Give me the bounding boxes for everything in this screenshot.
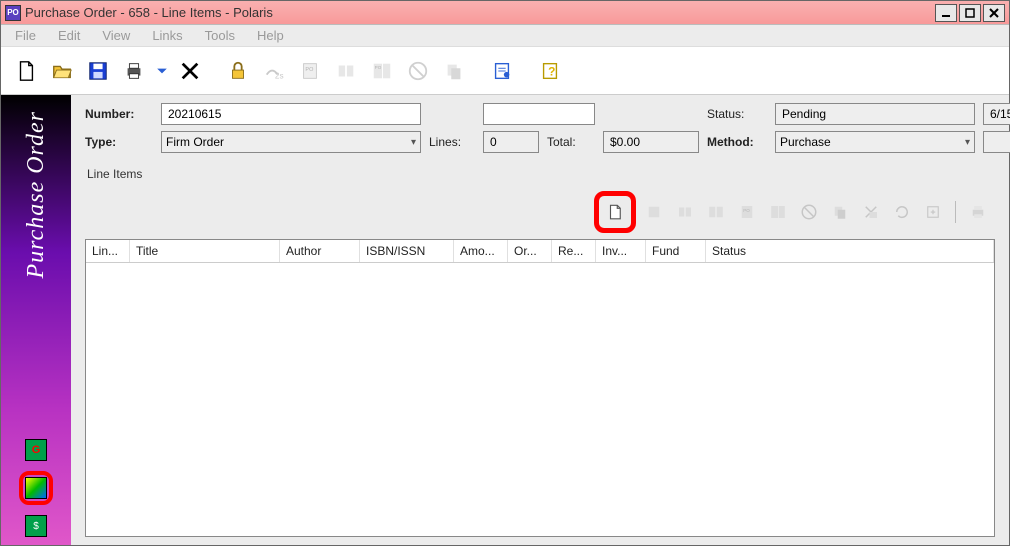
- content-pane: Number: Status: Type: Firm Order ▾ Lines:…: [71, 95, 1009, 545]
- line-items-label: Line Items: [87, 167, 995, 181]
- col-status[interactable]: Status: [706, 240, 994, 262]
- sidebar-nav: G $: [19, 439, 53, 537]
- menu-tools[interactable]: Tools: [195, 26, 245, 45]
- sidebar-highlight: [19, 471, 53, 505]
- col-invoiced[interactable]: Inv...: [596, 240, 646, 262]
- lines-field: [483, 131, 539, 153]
- release-icon: 2s: [259, 55, 289, 87]
- sidebar-view-charges-icon[interactable]: $: [25, 515, 47, 537]
- svg-text:PO: PO: [743, 208, 750, 213]
- delete-icon[interactable]: [175, 55, 205, 87]
- edit-line-icon: [641, 199, 667, 225]
- chevron-down-icon: ▾: [411, 137, 416, 148]
- number-suffix-input[interactable]: [483, 103, 595, 125]
- form-header: Number: Status: Type: Firm Order ▾ Lines:…: [85, 103, 995, 153]
- maximize-button[interactable]: [959, 4, 981, 22]
- cancel-po-icon: [403, 55, 433, 87]
- window-controls: [935, 4, 1005, 22]
- line-refresh-icon: [889, 199, 915, 225]
- titlebar: PO Purchase Order - 658 - Line Items - P…: [1, 1, 1009, 25]
- sidebar-title: Purchase Order: [23, 111, 50, 279]
- col-title[interactable]: Title: [130, 240, 280, 262]
- total-label: Total:: [547, 135, 595, 149]
- table-header-row: Lin... Title Author ISBN/ISSN Amo... Or.…: [86, 240, 994, 263]
- line-cancel-icon: [796, 199, 822, 225]
- receive-icon: [331, 55, 361, 87]
- table-body-empty: [86, 263, 994, 536]
- line-delete-icon: [858, 199, 884, 225]
- col-line[interactable]: Lin...: [86, 240, 130, 262]
- menu-file[interactable]: File: [5, 26, 46, 45]
- close-button[interactable]: [983, 4, 1005, 22]
- col-amount[interactable]: Amo...: [454, 240, 508, 262]
- line-items-toolbar: PO: [85, 185, 995, 239]
- print-dropdown-icon[interactable]: [155, 55, 169, 87]
- line-export-icon: [920, 199, 946, 225]
- sidebar: Purchase Order G $: [1, 95, 71, 545]
- menubar: File Edit View Links Tools Help: [1, 25, 1009, 47]
- chevron-down-icon: ▾: [965, 137, 970, 148]
- line-print-icon: [965, 199, 991, 225]
- number-label: Number:: [85, 107, 153, 121]
- window-title: Purchase Order - 658 - Line Items - Pola…: [25, 5, 935, 20]
- type-label: Type:: [85, 135, 153, 149]
- properties-icon[interactable]: [487, 55, 517, 87]
- col-isbn[interactable]: ISBN/ISSN: [360, 240, 454, 262]
- type-select[interactable]: Firm Order ▾: [161, 131, 421, 153]
- total-field: [603, 131, 699, 153]
- menu-help[interactable]: Help: [247, 26, 294, 45]
- svg-text:PO: PO: [375, 65, 382, 70]
- date-field: [983, 103, 1010, 125]
- po-doc-icon: PO: [295, 55, 325, 87]
- open-icon[interactable]: [47, 55, 77, 87]
- print-icon[interactable]: [119, 55, 149, 87]
- app-window: PO Purchase Order - 658 - Line Items - P…: [0, 0, 1010, 546]
- copy-po-icon: [439, 55, 469, 87]
- line-copy-icon: [827, 199, 853, 225]
- col-received[interactable]: Re...: [552, 240, 596, 262]
- new-icon[interactable]: [11, 55, 41, 87]
- menu-view[interactable]: View: [92, 26, 140, 45]
- number-input[interactable]: [161, 103, 421, 125]
- svg-text:?: ?: [548, 64, 555, 78]
- receive-line-icon: [672, 199, 698, 225]
- line-po-icon: PO: [734, 199, 760, 225]
- sidebar-view-general-icon[interactable]: G: [25, 439, 47, 461]
- main-toolbar: 2s PO PO ?: [1, 47, 1009, 95]
- help-icon[interactable]: ?: [535, 55, 565, 87]
- method-select-value: Purchase: [780, 135, 831, 149]
- col-author[interactable]: Author: [280, 240, 360, 262]
- method-label: Method:: [707, 135, 767, 149]
- col-ordered[interactable]: Or...: [508, 240, 552, 262]
- col-fund[interactable]: Fund: [646, 240, 706, 262]
- sidebar-view-lineitems-icon[interactable]: [25, 477, 47, 499]
- type-select-value: Firm Order: [166, 135, 224, 149]
- save-icon[interactable]: [83, 55, 113, 87]
- minimize-button[interactable]: [935, 4, 957, 22]
- line-items-table: Lin... Title Author ISBN/ISSN Amo... Or.…: [85, 239, 995, 537]
- lock-icon[interactable]: [223, 55, 253, 87]
- method-select[interactable]: Purchase ▾: [775, 131, 975, 153]
- status-label: Status:: [707, 107, 767, 121]
- svg-text:2s: 2s: [275, 71, 284, 80]
- lines-label: Lines:: [429, 135, 475, 149]
- split-line-icon: [703, 199, 729, 225]
- method-extra-field: [983, 131, 1010, 153]
- svg-text:PO: PO: [305, 67, 314, 73]
- line-invoice-icon: [765, 199, 791, 225]
- body: Purchase Order G $ Number: Status: Ty: [1, 95, 1009, 545]
- invoice-icon: PO: [367, 55, 397, 87]
- add-line-item-icon[interactable]: [602, 199, 628, 225]
- menu-links[interactable]: Links: [142, 26, 192, 45]
- menu-edit[interactable]: Edit: [48, 26, 90, 45]
- app-icon: PO: [5, 5, 21, 21]
- add-line-highlight: [594, 191, 636, 233]
- status-field: [775, 103, 975, 125]
